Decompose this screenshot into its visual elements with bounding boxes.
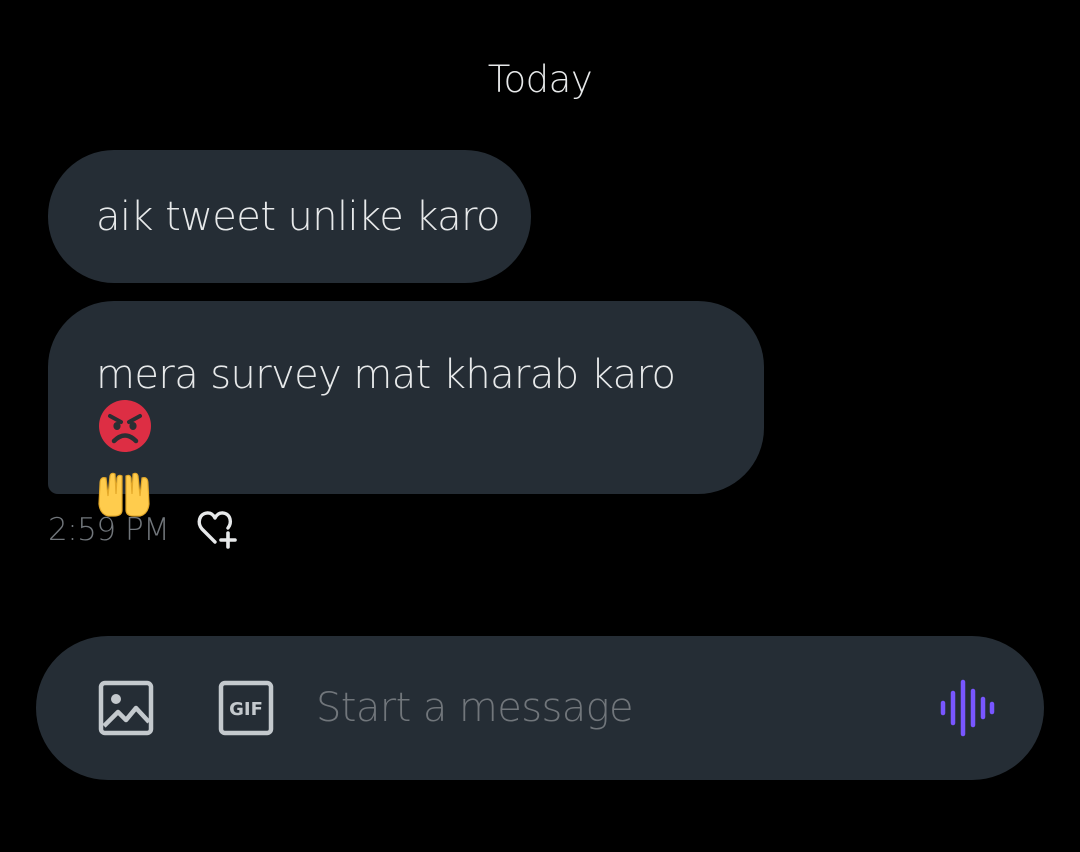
image-icon xyxy=(98,680,154,736)
message-meta: 2:59 PM xyxy=(48,508,245,552)
voice-waveform-icon xyxy=(940,679,995,737)
gif-label: GIF xyxy=(229,699,263,720)
add-reaction-button[interactable] xyxy=(195,508,245,552)
voice-message-button[interactable] xyxy=(936,678,996,738)
heart-plus-icon xyxy=(198,511,238,549)
message-timestamp: 2:59 PM xyxy=(48,512,170,548)
message-bubble[interactable]: mera survey mat kharab karo xyxy=(48,301,764,517)
message-input[interactable] xyxy=(316,676,916,740)
gif-button[interactable]: GIF xyxy=(218,680,274,736)
date-divider: Today xyxy=(487,58,593,101)
message-text: mera survey mat kharab karo xyxy=(96,352,676,398)
angry-face-icon xyxy=(98,399,152,470)
gif-icon: GIF xyxy=(218,680,274,736)
message-bubble[interactable]: aik tweet unlike karo xyxy=(48,150,531,283)
image-button[interactable] xyxy=(98,680,154,736)
message-text: aik tweet unlike karo xyxy=(96,194,501,240)
message-composer: GIF xyxy=(36,636,1044,780)
